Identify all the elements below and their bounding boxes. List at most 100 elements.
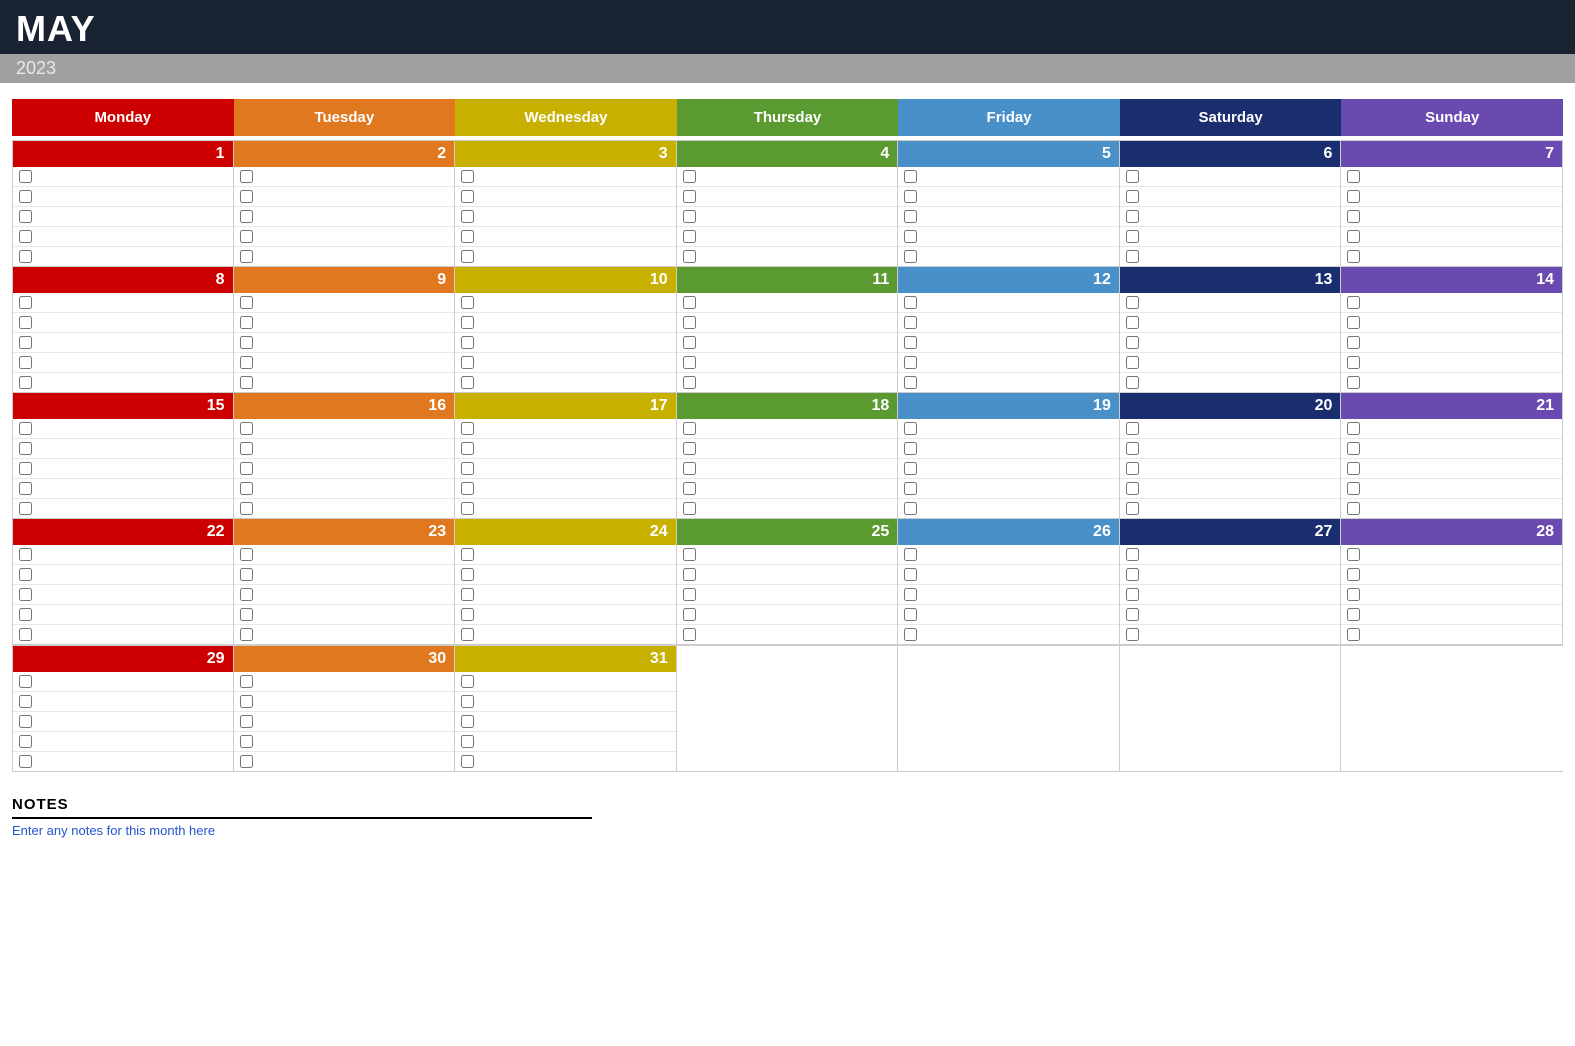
checkbox-day2-3[interactable] [240, 210, 253, 223]
checkbox-day12-2[interactable] [904, 316, 917, 329]
checkbox-day20-3[interactable] [1126, 462, 1139, 475]
checkbox-day16-2[interactable] [240, 442, 253, 455]
checkbox-day28-3[interactable] [1347, 588, 1360, 601]
checkbox-day7-3[interactable] [1347, 210, 1360, 223]
checkbox-day20-2[interactable] [1126, 442, 1139, 455]
checkbox-day23-5[interactable] [240, 628, 253, 641]
checkbox-day18-2[interactable] [683, 442, 696, 455]
checkbox-day18-3[interactable] [683, 462, 696, 475]
checkbox-day14-1[interactable] [1347, 296, 1360, 309]
checkbox-day27-2[interactable] [1126, 568, 1139, 581]
checkbox-day6-1[interactable] [1126, 170, 1139, 183]
checkbox-day11-4[interactable] [683, 356, 696, 369]
checkbox-day26-4[interactable] [904, 608, 917, 621]
checkbox-day22-5[interactable] [19, 628, 32, 641]
checkbox-day23-1[interactable] [240, 548, 253, 561]
checkbox-day17-1[interactable] [461, 422, 474, 435]
checkbox-day7-5[interactable] [1347, 250, 1360, 263]
checkbox-day11-3[interactable] [683, 336, 696, 349]
checkbox-day3-1[interactable] [461, 170, 474, 183]
checkbox-day10-5[interactable] [461, 376, 474, 389]
checkbox-day27-1[interactable] [1126, 548, 1139, 561]
checkbox-day8-5[interactable] [19, 376, 32, 389]
checkbox-day25-2[interactable] [683, 568, 696, 581]
checkbox-day22-3[interactable] [19, 588, 32, 601]
checkbox-day27-5[interactable] [1126, 628, 1139, 641]
checkbox-day5-2[interactable] [904, 190, 917, 203]
checkbox-day17-2[interactable] [461, 442, 474, 455]
checkbox-day25-3[interactable] [683, 588, 696, 601]
checkbox-day26-5[interactable] [904, 628, 917, 641]
checkbox-day17-4[interactable] [461, 482, 474, 495]
checkbox-day28-4[interactable] [1347, 608, 1360, 621]
checkbox-day29-1[interactable] [19, 675, 32, 688]
checkbox-day17-3[interactable] [461, 462, 474, 475]
checkbox-day28-2[interactable] [1347, 568, 1360, 581]
checkbox-day30-1[interactable] [240, 675, 253, 688]
checkbox-day1-1[interactable] [19, 170, 32, 183]
checkbox-day21-2[interactable] [1347, 442, 1360, 455]
checkbox-day8-2[interactable] [19, 316, 32, 329]
checkbox-day13-3[interactable] [1126, 336, 1139, 349]
checkbox-day30-3[interactable] [240, 715, 253, 728]
checkbox-day10-1[interactable] [461, 296, 474, 309]
checkbox-day23-2[interactable] [240, 568, 253, 581]
checkbox-day23-4[interactable] [240, 608, 253, 621]
checkbox-day16-3[interactable] [240, 462, 253, 475]
checkbox-day6-3[interactable] [1126, 210, 1139, 223]
checkbox-day9-1[interactable] [240, 296, 253, 309]
checkbox-day1-3[interactable] [19, 210, 32, 223]
checkbox-day24-2[interactable] [461, 568, 474, 581]
checkbox-day31-5[interactable] [461, 755, 474, 768]
checkbox-day16-4[interactable] [240, 482, 253, 495]
checkbox-day19-4[interactable] [904, 482, 917, 495]
checkbox-day30-5[interactable] [240, 755, 253, 768]
checkbox-day29-5[interactable] [19, 755, 32, 768]
checkbox-day25-4[interactable] [683, 608, 696, 621]
checkbox-day21-3[interactable] [1347, 462, 1360, 475]
checkbox-day26-3[interactable] [904, 588, 917, 601]
checkbox-day18-4[interactable] [683, 482, 696, 495]
checkbox-day21-4[interactable] [1347, 482, 1360, 495]
checkbox-day23-3[interactable] [240, 588, 253, 601]
checkbox-day5-5[interactable] [904, 250, 917, 263]
checkbox-day24-3[interactable] [461, 588, 474, 601]
checkbox-day1-2[interactable] [19, 190, 32, 203]
checkbox-day29-2[interactable] [19, 695, 32, 708]
checkbox-day29-3[interactable] [19, 715, 32, 728]
checkbox-day1-5[interactable] [19, 250, 32, 263]
checkbox-day5-4[interactable] [904, 230, 917, 243]
checkbox-day15-2[interactable] [19, 442, 32, 455]
checkbox-day20-1[interactable] [1126, 422, 1139, 435]
checkbox-day24-5[interactable] [461, 628, 474, 641]
checkbox-day13-1[interactable] [1126, 296, 1139, 309]
checkbox-day4-1[interactable] [683, 170, 696, 183]
checkbox-day13-5[interactable] [1126, 376, 1139, 389]
checkbox-day9-3[interactable] [240, 336, 253, 349]
checkbox-day19-1[interactable] [904, 422, 917, 435]
checkbox-day20-5[interactable] [1126, 502, 1139, 515]
checkbox-day16-5[interactable] [240, 502, 253, 515]
checkbox-day31-1[interactable] [461, 675, 474, 688]
checkbox-day6-5[interactable] [1126, 250, 1139, 263]
checkbox-day11-2[interactable] [683, 316, 696, 329]
checkbox-day5-3[interactable] [904, 210, 917, 223]
checkbox-day10-4[interactable] [461, 356, 474, 369]
checkbox-day1-4[interactable] [19, 230, 32, 243]
checkbox-day15-4[interactable] [19, 482, 32, 495]
checkbox-day30-4[interactable] [240, 735, 253, 748]
checkbox-day2-5[interactable] [240, 250, 253, 263]
checkbox-day31-4[interactable] [461, 735, 474, 748]
checkbox-day9-2[interactable] [240, 316, 253, 329]
checkbox-day20-4[interactable] [1126, 482, 1139, 495]
checkbox-day3-4[interactable] [461, 230, 474, 243]
checkbox-day26-1[interactable] [904, 548, 917, 561]
checkbox-day15-3[interactable] [19, 462, 32, 475]
checkbox-day16-1[interactable] [240, 422, 253, 435]
checkbox-day28-5[interactable] [1347, 628, 1360, 641]
checkbox-day14-4[interactable] [1347, 356, 1360, 369]
checkbox-day10-2[interactable] [461, 316, 474, 329]
checkbox-day22-4[interactable] [19, 608, 32, 621]
checkbox-day12-1[interactable] [904, 296, 917, 309]
checkbox-day26-2[interactable] [904, 568, 917, 581]
